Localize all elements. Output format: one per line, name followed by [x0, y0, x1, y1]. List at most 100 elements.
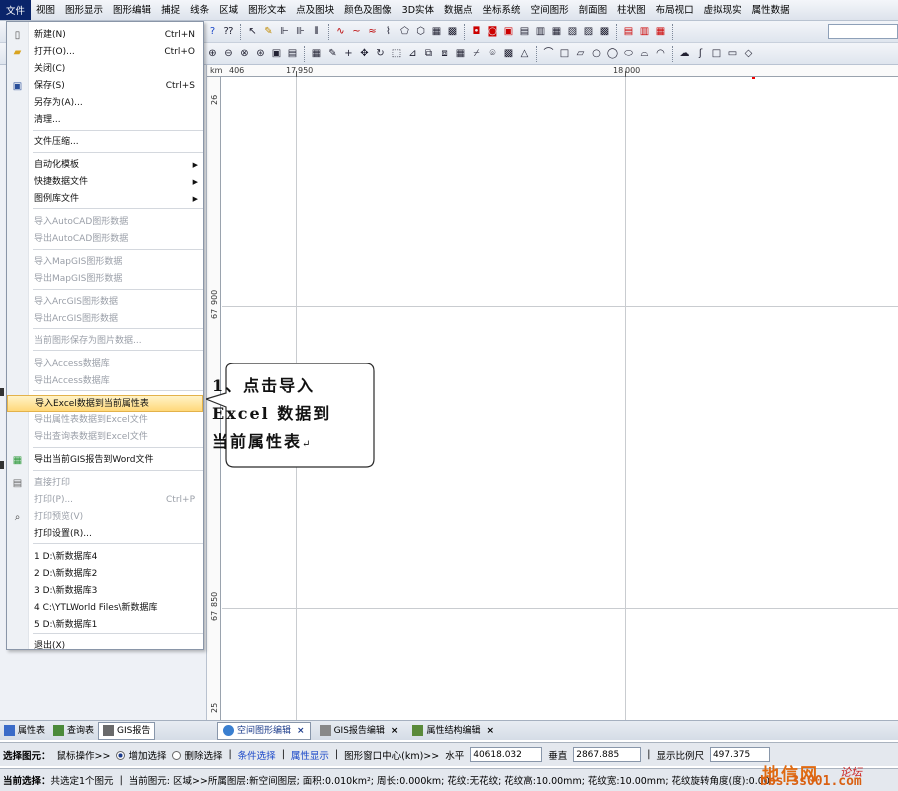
redraw-icon[interactable]: ▤ [285, 46, 300, 61]
file-menu-item-7[interactable]: 自动化模板 ▶ [7, 157, 203, 174]
ellipse-icon[interactable]: ⬭ [621, 46, 636, 61]
cell-icon[interactable]: ▩ [597, 24, 612, 39]
region-cut-icon[interactable]: ⬡ [413, 24, 428, 39]
hatch-area-icon[interactable]: ▩ [501, 46, 516, 61]
copy-icon[interactable]: ⧉ [421, 46, 436, 61]
toolbar-input[interactable] [828, 24, 898, 39]
menu-8[interactable]: 点及图块 [291, 0, 339, 20]
file-menu-item-15[interactable]: 导出ArcGIS图形数据 [7, 311, 203, 328]
grid-icon[interactable]: ▨ [581, 24, 596, 39]
file-menu-item-17[interactable]: 导入Access数据库 [7, 356, 203, 373]
menu-2[interactable]: 图形显示 [60, 0, 108, 20]
file-menu-item-12[interactable]: 导入MapGIS图形数据 [7, 254, 203, 271]
file-menu-item-23[interactable]: ▤ 直接打印 [7, 475, 203, 492]
file-menu-item-18[interactable]: 导出Access数据库 [7, 373, 203, 390]
chart-icon[interactable]: ▧ [565, 24, 580, 39]
menu-6[interactable]: 区域 [214, 0, 243, 20]
menu-14[interactable]: 剖面图 [574, 0, 613, 20]
layer-icon[interactable]: ⊩ [277, 24, 292, 39]
array-icon[interactable]: ⧈ [437, 46, 452, 61]
zoom-page-icon[interactable]: ▣ [269, 46, 284, 61]
region-icon[interactable]: ⬠ [397, 24, 412, 39]
mirror-icon[interactable]: ⊿ [405, 46, 420, 61]
file-menu-item-4[interactable]: 另存为(A)... [7, 95, 203, 112]
menu-7[interactable]: 图形文本 [243, 0, 291, 20]
file-menu-item-16[interactable]: 当前图形保存为图片数据... [7, 333, 203, 350]
file-menu-item-26[interactable]: 打印设置(R)... [7, 526, 203, 543]
rotate-icon[interactable]: ↻ [373, 46, 388, 61]
tab-spatial-edit[interactable]: 空间图形编辑 × [217, 721, 311, 740]
file-menu-item-31[interactable]: 5 D:\新数据库1 [7, 617, 203, 634]
trim-icon[interactable]: ⌿ [469, 46, 484, 61]
menu-5[interactable]: 线条 [185, 0, 214, 20]
table-grid-icon[interactable]: ▦ [309, 46, 324, 61]
menu-4[interactable]: 捕捉 [156, 0, 185, 20]
file-menu-item-22[interactable]: ▦ 导出当前GIS报告到Word文件 [7, 452, 203, 469]
tab-attribute-structure-edit[interactable]: 属性结构编辑 × [407, 722, 499, 740]
add-select-radio[interactable]: 增加选择 [116, 748, 166, 762]
menu-18[interactable]: 属性数据 [747, 0, 795, 20]
file-menu-item-9[interactable]: 图例库文件 ▶ [7, 191, 203, 208]
cross-icon[interactable]: + [341, 46, 356, 61]
file-menu-item-24[interactable]: 打印(P)... Ctrl+P [7, 492, 203, 509]
menu-13[interactable]: 空间图形 [526, 0, 574, 20]
point-set-icon[interactable]: ◙ [485, 24, 500, 39]
tab-query-table[interactable]: 查询表 [49, 722, 98, 740]
menu-11[interactable]: 数据点 [439, 0, 478, 20]
menu-0[interactable]: 文件 [0, 0, 32, 20]
polyline-icon[interactable]: ⌇ [381, 24, 396, 39]
file-menu-item-13[interactable]: 导出MapGIS图形数据 [7, 271, 203, 288]
file-menu-item-11[interactable]: 导出AutoCAD图形数据 [7, 231, 203, 248]
zoom-window-icon[interactable]: ⊗ [237, 46, 252, 61]
box-icon[interactable]: □ [709, 46, 724, 61]
image-icon[interactable]: ▤ [517, 24, 532, 39]
bar-icon[interactable]: ⫴ [309, 24, 324, 39]
file-menu-item-30[interactable]: 4 C:\YTLWorld Files\新数据库 [7, 600, 203, 617]
attribute-show-link[interactable]: 属性显示 [291, 748, 329, 762]
file-menu-item-10[interactable]: 导入AutoCAD图形数据 [7, 214, 203, 231]
file-menu-item-8[interactable]: 快捷数据文件 ▶ [7, 174, 203, 191]
fill-icon[interactable]: ▦ [429, 24, 444, 39]
context-help-icon[interactable]: ⁇ [221, 24, 236, 39]
rect-icon[interactable]: □ [557, 46, 572, 61]
spline-icon[interactable]: ≈ [365, 24, 380, 39]
file-menu-item-27[interactable]: 1 D:\新数据库4 [7, 549, 203, 566]
diamond-icon[interactable]: ◇ [741, 46, 756, 61]
menu-10[interactable]: 3D实体 [397, 0, 439, 20]
report-edit-icon[interactable]: ▦ [653, 24, 668, 39]
file-menu-item-29[interactable]: 3 D:\新数据库3 [7, 583, 203, 600]
condition-select-link[interactable]: 条件选择 [238, 748, 276, 762]
zoom-all-icon[interactable]: ⊛ [253, 46, 268, 61]
curve-icon[interactable]: ~ [349, 24, 364, 39]
triangle-icon[interactable]: △ [517, 46, 532, 61]
extend-icon[interactable]: ⌾ [485, 46, 500, 61]
menu-9[interactable]: 颜色及图像 [339, 0, 397, 20]
menu-1[interactable]: 视图 [31, 0, 60, 20]
file-menu-item-0[interactable]: ▯ 新建(N) Ctrl+N [7, 27, 203, 44]
select-arrow-icon[interactable]: ↖ [245, 24, 260, 39]
point-icon[interactable]: ◘ [469, 24, 484, 39]
symbol-icon[interactable]: ▣ [501, 24, 516, 39]
circle-three-point-icon[interactable]: ◯ [605, 46, 620, 61]
file-menu-item-20[interactable]: 导出属性表数据到Excel文件 [7, 412, 203, 429]
tab-gis-report-edit[interactable]: GIS报告编辑 × [315, 722, 404, 740]
menu-17[interactable]: 虚拟现实 [699, 0, 747, 20]
hatch-icon[interactable]: ▩ [445, 24, 460, 39]
file-menu-item-5[interactable]: 清理... [7, 112, 203, 129]
arc-three-icon[interactable]: ◠ [653, 46, 668, 61]
file-menu-item-2[interactable]: 关闭(C) [7, 61, 203, 78]
tab-gis-report[interactable]: GIS报告 [98, 721, 156, 740]
scale-icon[interactable]: ⬚ [389, 46, 404, 61]
arc-two-icon[interactable]: ⌓ [637, 46, 652, 61]
vertical-input[interactable] [573, 747, 642, 762]
cloud-icon[interactable]: ☁ [677, 46, 692, 61]
file-menu-item-25[interactable]: ⌕ 打印预览(V) [7, 509, 203, 526]
file-menu-item-14[interactable]: 导入ArcGIS图形数据 [7, 294, 203, 311]
file-menu-item-28[interactable]: 2 D:\新数据库2 [7, 566, 203, 583]
table-icon[interactable]: ▦ [549, 24, 564, 39]
report-icon[interactable]: ▤ [621, 24, 636, 39]
zoom-in-icon[interactable]: ⊕ [205, 46, 220, 61]
close-icon[interactable]: × [297, 722, 305, 740]
scale-input[interactable] [709, 747, 770, 762]
move-icon[interactable]: ✥ [357, 46, 372, 61]
